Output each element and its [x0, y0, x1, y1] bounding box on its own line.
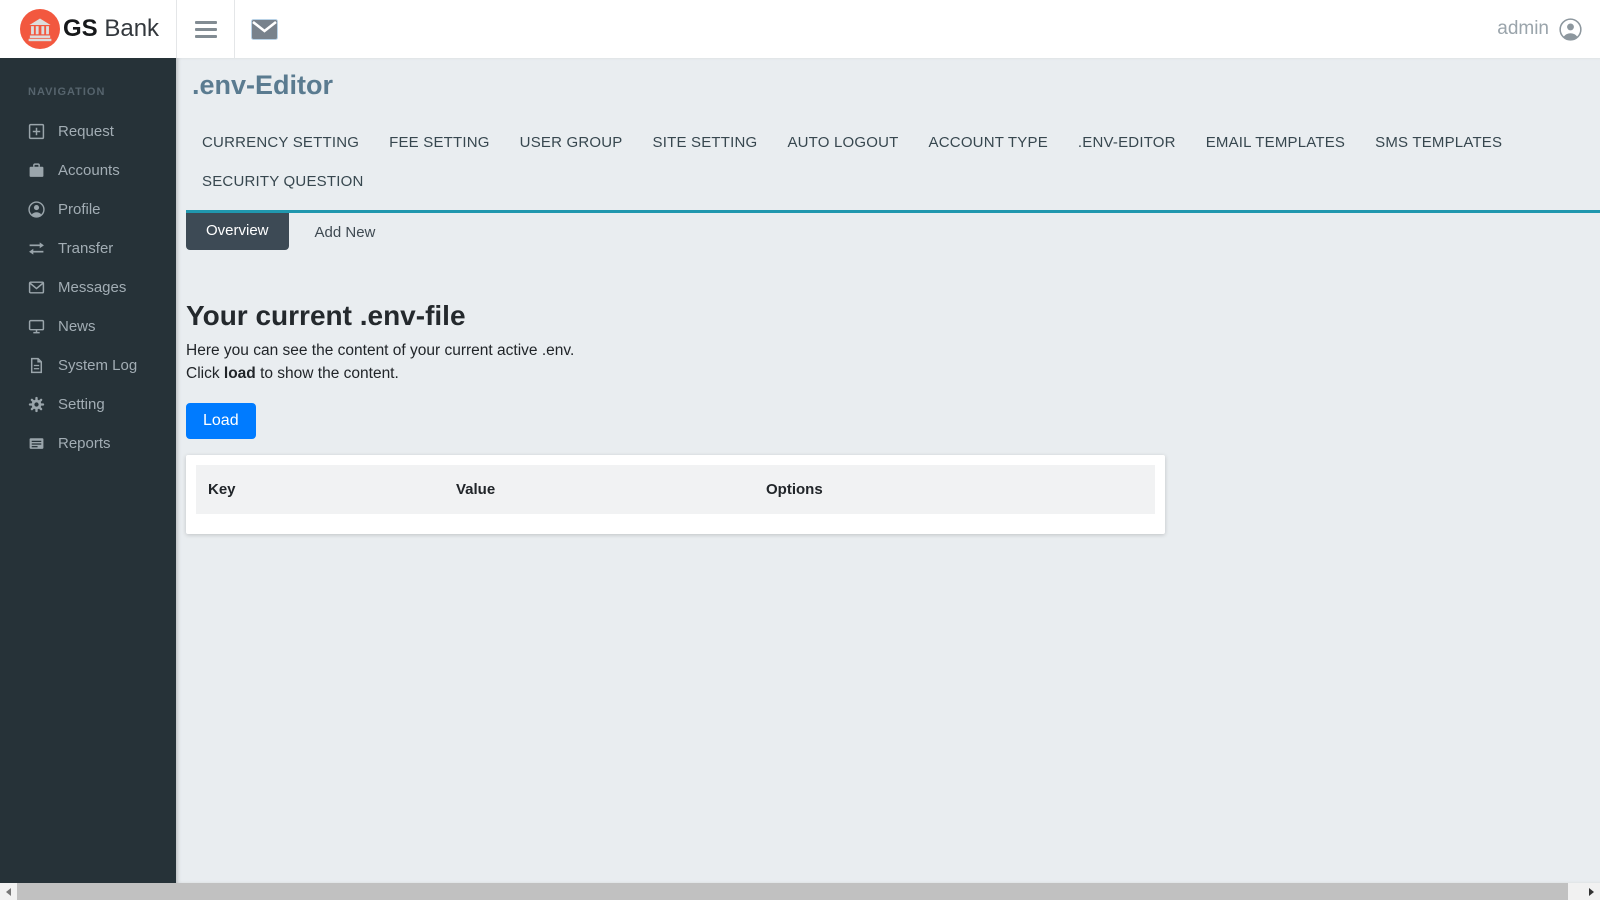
sidebar-item-label: News	[58, 318, 96, 335]
admin-menu[interactable]: admin	[1497, 18, 1600, 41]
sidebar-item-label: Reports	[58, 435, 111, 452]
sidebar-item-request[interactable]: Request	[0, 112, 176, 151]
sidebar-item-label: Setting	[58, 396, 105, 413]
messages-button[interactable]	[235, 0, 293, 58]
transfer-arrows-icon	[28, 240, 45, 257]
sidebar-item-accounts[interactable]: Accounts	[0, 151, 176, 190]
briefcase-icon	[28, 162, 45, 179]
column-header-options: Options	[754, 465, 1155, 514]
main-content: .env-Editor CURRENCY SETTING FEE SETTING…	[176, 58, 1600, 883]
sidebar-item-setting[interactable]: Setting	[0, 385, 176, 424]
brand-logo-area[interactable]: GS Bank	[0, 0, 176, 58]
subtab-add-new[interactable]: Add New	[297, 213, 394, 250]
sidebar-item-label: Accounts	[58, 162, 120, 179]
sidebar-toggle-button[interactable]	[177, 0, 234, 58]
monitor-icon	[28, 318, 45, 335]
scroll-left-arrow-icon	[6, 888, 11, 896]
page-title: .env-Editor	[176, 58, 1600, 101]
sidebar-section-label: NAVIGATION	[0, 78, 176, 112]
plus-square-icon	[28, 123, 45, 140]
tab-auto-logout[interactable]: AUTO LOGOUT	[787, 123, 898, 162]
sidebar-item-label: Profile	[58, 201, 101, 218]
sidebar-item-transfer[interactable]: Transfer	[0, 229, 176, 268]
env-table-card: Key Value Options	[186, 455, 1165, 534]
hamburger-icon	[195, 21, 217, 24]
tab-security-question[interactable]: SECURITY QUESTION	[202, 162, 363, 201]
subtab-overview[interactable]: Overview	[186, 213, 289, 250]
sidebar-item-label: Transfer	[58, 240, 113, 257]
tab-site-setting[interactable]: SITE SETTING	[653, 123, 758, 162]
envelope-icon	[251, 19, 278, 40]
user-icon	[1559, 18, 1582, 41]
section-description-line1: Here you can see the content of your cur…	[186, 343, 1600, 359]
user-circle-icon	[28, 201, 45, 218]
sidebar-item-profile[interactable]: Profile	[0, 190, 176, 229]
bank-logo-icon	[20, 9, 60, 49]
tab-fee-setting[interactable]: FEE SETTING	[389, 123, 490, 162]
brand-name-bold: GS	[63, 15, 98, 42]
sidebar-item-label: Request	[58, 123, 114, 140]
top-header: GS Bank admin	[0, 0, 1600, 58]
envelope-icon	[28, 279, 45, 296]
sidebar-item-label: System Log	[58, 357, 137, 374]
sidebar-item-system-log[interactable]: System Log	[0, 346, 176, 385]
scroll-right-arrow-icon	[1589, 888, 1594, 896]
tab-user-group[interactable]: USER GROUP	[520, 123, 623, 162]
sidebar-item-messages[interactable]: Messages	[0, 268, 176, 307]
env-file-section: Your current .env-file Here you can see …	[186, 300, 1600, 534]
tab-account-type[interactable]: ACCOUNT TYPE	[929, 123, 1048, 162]
brand-name: GS Bank	[63, 15, 159, 43]
scroll-right-button[interactable]	[1583, 883, 1600, 900]
admin-username: admin	[1497, 18, 1549, 40]
tab-currency-setting[interactable]: CURRENCY SETTING	[202, 123, 359, 162]
scroll-left-button[interactable]	[0, 883, 17, 900]
list-icon	[28, 435, 45, 452]
sidebar-item-label: Messages	[58, 279, 126, 296]
horizontal-scrollbar[interactable]	[0, 883, 1600, 900]
table-header-row: Key Value Options	[196, 465, 1155, 514]
sidebar-item-news[interactable]: News	[0, 307, 176, 346]
tab-email-templates[interactable]: EMAIL TEMPLATES	[1206, 123, 1345, 162]
brand-name-regular: Bank	[98, 15, 159, 42]
section-heading: Your current .env-file	[186, 300, 1600, 332]
settings-tab-bar: CURRENCY SETTING FEE SETTING USER GROUP …	[176, 101, 1600, 201]
sidebar-nav: NAVIGATION Request Accounts Profile Tran…	[0, 58, 176, 883]
env-table: Key Value Options	[196, 465, 1155, 514]
tab-env-editor[interactable]: .ENV-EDITOR	[1078, 123, 1176, 162]
column-header-value: Value	[444, 465, 754, 514]
file-icon	[28, 357, 45, 374]
section-description-line2: Click load to show the content.	[186, 366, 1600, 382]
scrollbar-thumb[interactable]	[17, 883, 1568, 900]
tab-sms-templates[interactable]: SMS TEMPLATES	[1375, 123, 1502, 162]
load-button[interactable]: Load	[186, 403, 256, 439]
sidebar-item-reports[interactable]: Reports	[0, 424, 176, 463]
subtab-bar: Overview Add New	[186, 213, 1600, 250]
column-header-key: Key	[196, 465, 444, 514]
gear-icon	[28, 396, 45, 413]
